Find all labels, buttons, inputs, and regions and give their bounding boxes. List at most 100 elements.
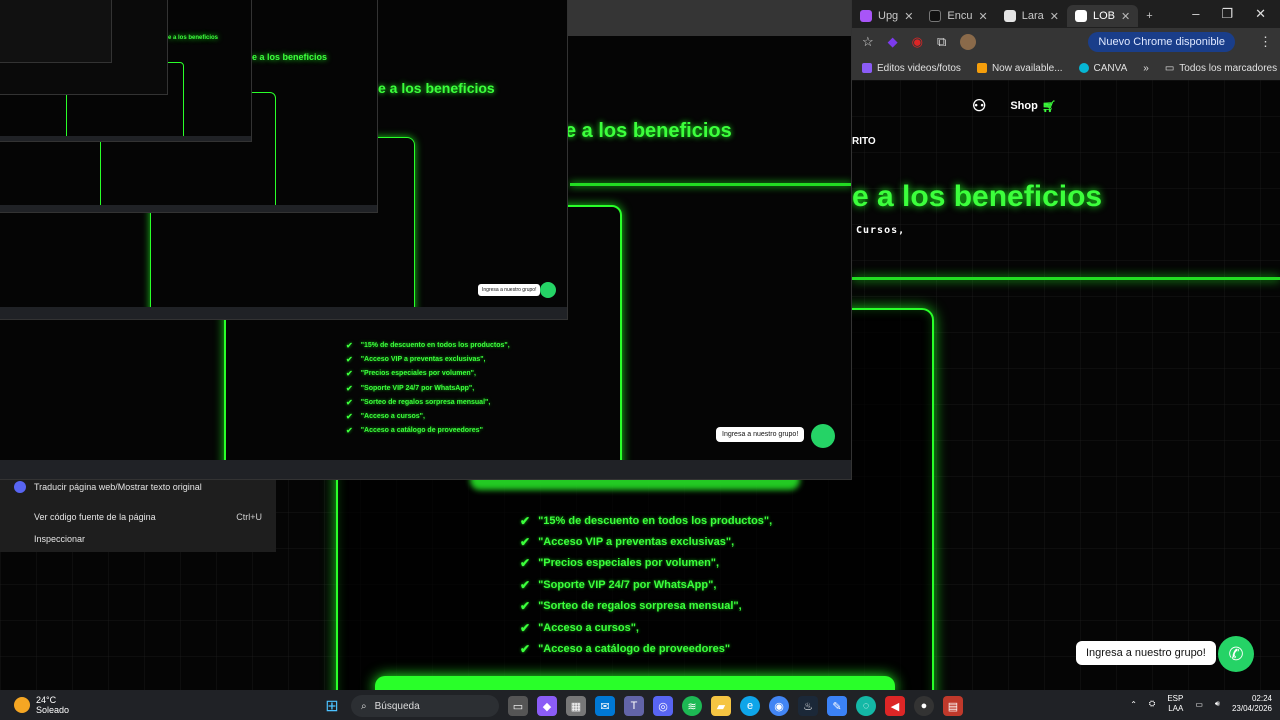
browser-toolbar: ☆ ◆ ◉ ⧉ Nuevo Chrome disponible ⋮ <box>852 28 1280 56</box>
tab-favicon-icon <box>929 10 942 22</box>
nested-taskbar <box>0 136 251 141</box>
lang-layout: LAA <box>1168 704 1184 713</box>
chrome-icon[interactable]: ◉ <box>769 696 789 716</box>
list-item: ✔ "Acceso a catálogo de proveedores" <box>346 426 483 436</box>
whatsapp-icon: ✆ <box>1228 643 1244 664</box>
tab-lob[interactable]: LOB ✕ <box>1066 5 1139 27</box>
extension-icon[interactable]: ◆ <box>888 34 898 50</box>
profile-avatar[interactable] <box>960 34 977 50</box>
nested-screenshot-2: e a los beneficios Ingresa a nuestro gru… <box>0 0 568 320</box>
user-icon[interactable]: ⚇ <box>972 96 986 116</box>
bookmark-item[interactable]: Editos videos/fotos <box>862 63 961 74</box>
sun-icon <box>14 697 30 713</box>
whatsapp-button[interactable]: ✆ <box>1218 636 1254 672</box>
nested-hero-title: e a los beneficios <box>565 120 732 142</box>
tab-encu[interactable]: Encu ✕ <box>921 5 995 27</box>
weather-text: 24°C Soleado <box>36 695 69 715</box>
calculator-icon[interactable]: ▤ <box>943 696 963 716</box>
close-icon[interactable]: ✕ <box>1050 10 1059 23</box>
globe-icon[interactable]: ◌ <box>856 696 876 716</box>
tab-upg[interactable]: Upg ✕ <box>852 5 921 27</box>
nested-divider <box>570 183 851 186</box>
obs-icon[interactable]: ● <box>914 696 934 716</box>
nested-hero-title: e a los beneficios <box>252 52 328 62</box>
extensions-puzzle-icon[interactable]: ⧉ <box>937 34 946 50</box>
nested-screenshot-3: e a los beneficios e a los beneficios <box>0 0 378 213</box>
translate-icon <box>14 481 26 493</box>
nested-screenshot-6 <box>0 0 112 63</box>
extension-icon[interactable]: ◉ <box>912 34 923 50</box>
list-item: ✔ "Sorteo de regalos sorpresa mensual", <box>346 397 491 407</box>
new-chrome-available-button[interactable]: Nuevo Chrome disponible <box>1088 32 1235 52</box>
check-icon: ✔ <box>346 369 353 379</box>
spotify-icon[interactable]: ≋ <box>682 696 702 716</box>
check-icon: ✔ <box>346 412 353 422</box>
hero-subtitle: Cursos, <box>856 225 906 236</box>
desktop: Upg ✕ Encu ✕ Lara ✕ LOB ✕ + – ❐ ✕ ☆ ◆ ◉ ⧉ Nu… <box>0 0 1280 720</box>
nested-taskbar <box>0 205 377 212</box>
lang-code: ESP <box>1167 694 1184 703</box>
tab-favicon-icon <box>1074 10 1087 22</box>
site-nav: ⚇ Shop 🛒︎ <box>972 96 1056 116</box>
network-icon[interactable]: ⛭ <box>1149 699 1155 709</box>
discord-icon[interactable]: ◎ <box>653 696 673 716</box>
menu-dots-icon[interactable]: ⋮ <box>1259 34 1272 50</box>
list-item: ✔ "Sorteo de regalos sorpresa mensual", <box>520 599 742 614</box>
list-item: ✔ "Precios especiales por volumen", <box>520 556 720 571</box>
menu-item-view-source[interactable]: Ver código fuente de la página Ctrl+U <box>0 506 276 528</box>
monitor-icon[interactable]: ▭ <box>1195 700 1203 709</box>
new-tab-button[interactable]: + <box>1138 5 1160 27</box>
tab-lara[interactable]: Lara ✕ <box>996 5 1067 27</box>
bookmark-item[interactable]: CANVA <box>1078 63 1127 74</box>
language-indicator[interactable]: ESP LAA <box>1167 694 1183 714</box>
join-group-tooltip[interactable]: Ingresa a nuestro grupo! <box>1076 641 1216 665</box>
minimize-icon[interactable]: – <box>1192 6 1199 22</box>
hero-title: e a los beneficios <box>852 180 1103 213</box>
context-menu: Traducir página web/Mostrar texto origin… <box>0 476 276 552</box>
list-item: ✔ "Soporte VIP 24/7 por WhatsApp", <box>346 383 475 393</box>
bookmark-star-icon[interactable]: ☆ <box>862 34 874 50</box>
maximize-icon[interactable]: ❐ <box>1221 6 1233 22</box>
close-icon[interactable]: ✕ <box>1121 10 1130 23</box>
list-item: ✔ "Acceso a catálogo de proveedores" <box>520 642 731 657</box>
store-icon[interactable]: ▦ <box>566 696 586 716</box>
windows-start-icon[interactable]: ⊞ <box>322 696 342 716</box>
steam-icon[interactable]: ♨ <box>798 696 818 716</box>
chevron-right-icon[interactable]: » <box>1143 63 1149 74</box>
divider <box>852 277 1280 280</box>
check-icon: ✔ <box>520 577 531 592</box>
chevron-up-icon[interactable]: ⌃ <box>1130 700 1137 709</box>
bookmarks-bar: Editos videos/fotos Now available... CAN… <box>852 56 1280 80</box>
app-icon[interactable]: ✎ <box>827 696 847 716</box>
temperature: 24°C <box>36 695 57 705</box>
taskbar-apps: ⊞ ⌕ Búsqueda ▭ ◆ ▦ ✉ T ◎ ≋ ▰ e ◉ ♨ ✎ ◌ ◀ … <box>322 695 963 717</box>
window-controls: – ❐ ✕ <box>1192 6 1280 22</box>
close-icon[interactable]: ✕ <box>904 10 913 23</box>
edge-icon[interactable]: e <box>740 696 760 716</box>
close-icon[interactable]: ✕ <box>978 10 987 23</box>
app-icon[interactable]: ◀ <box>885 696 905 716</box>
list-item: ✔ "Acceso VIP a preventas exclusivas", <box>346 354 486 364</box>
volume-icon[interactable]: 🔊︎ <box>1215 699 1220 709</box>
teams-icon[interactable]: T <box>624 696 644 716</box>
nested-join-tooltip: Ingresa a nuestro grupo! <box>716 427 805 442</box>
check-icon: ✔ <box>346 354 353 364</box>
clock[interactable]: 02:24 23/04/2026 <box>1232 694 1272 714</box>
shop-link[interactable]: Shop 🛒︎ <box>1010 100 1055 113</box>
nested-whatsapp-icon <box>540 282 556 298</box>
explorer-icon[interactable]: ▰ <box>711 696 731 716</box>
check-icon: ✔ <box>520 642 531 657</box>
task-view-icon[interactable]: ▭ <box>508 696 528 716</box>
copilot-icon[interactable]: ◆ <box>537 696 557 716</box>
nested-screenshot-4: e a los beneficios <box>0 0 252 142</box>
menu-item-inspect[interactable]: Inspeccionar <box>0 528 276 550</box>
close-window-icon[interactable]: ✕ <box>1255 6 1266 22</box>
bookmark-item[interactable]: Now available... <box>976 63 1063 74</box>
weather-widget[interactable]: 24°C Soleado <box>0 695 200 715</box>
all-bookmarks-folder[interactable]: ▭ Todos los marcadores <box>1165 63 1277 74</box>
taskbar-search[interactable]: ⌕ Búsqueda <box>351 695 499 717</box>
tab-favicon-icon <box>860 10 872 22</box>
check-icon: ✔ <box>346 426 353 436</box>
mail-icon[interactable]: ✉ <box>595 696 615 716</box>
weather-condition: Soleado <box>36 705 70 715</box>
